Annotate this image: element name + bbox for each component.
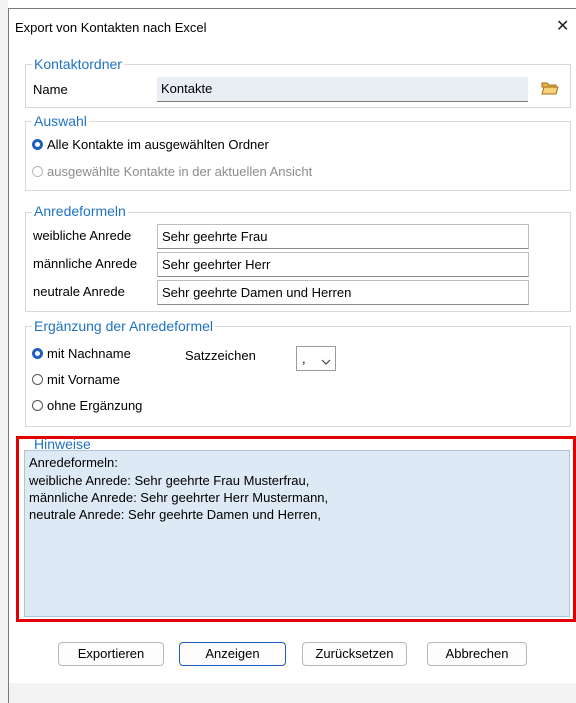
legend-anredeformeln: Anredeformeln [32,203,128,219]
radio-ausgewaehlte-kontakte [32,166,43,177]
radio-alle-kontakte[interactable] [32,139,43,150]
radio-alle-kontakte-label: Alle Kontakte im ausgewählten Ordner [47,137,269,152]
weibliche-anrede-label: weibliche Anrede [33,228,132,243]
hint-line: weibliche Anrede: Sehr geehrte Frau Must… [29,473,310,488]
hint-line: Anredeformeln: [29,455,118,470]
radio-ohne-ergaenzung-label: ohne Ergänzung [47,398,143,413]
radio-ausgewaehlte-kontakte-label: ausgewählte Kontakte in der aktuellen An… [47,164,313,179]
close-icon[interactable]: ✕ [556,16,569,36]
neutrale-anrede-input[interactable]: Sehr geehrte Damen und Herren [157,280,529,305]
maennliche-anrede-label: männliche Anrede [33,256,138,271]
name-field[interactable]: Kontakte [157,77,528,102]
radio-mit-vorname-label: mit Vorname [47,372,120,387]
export-button[interactable]: Exportieren [58,642,164,666]
status-bar [9,683,576,703]
dialog-title: Export von Kontakten nach Excel [15,20,207,35]
weibliche-anrede-input[interactable]: Sehr geehrte Frau [157,224,529,249]
legend-kontaktordner: Kontaktordner [32,56,124,72]
radio-mit-vorname[interactable] [32,374,43,385]
maennliche-anrede-input[interactable]: Sehr geehrter Herr [157,252,529,277]
background-strip-top [0,0,576,8]
satzzeichen-value: , [302,351,306,366]
neutrale-anrede-label: neutrale Anrede [33,284,125,299]
radio-mit-nachname[interactable] [32,348,43,359]
chevron-down-icon [321,354,331,365]
background-strip-left [0,0,8,703]
show-button[interactable]: Anzeigen [179,642,286,666]
legend-auswahl: Auswahl [32,113,89,129]
legend-hinweise: Hinweise [34,436,91,452]
satzzeichen-label: Satzzeichen [185,348,256,363]
hint-line: männliche Anrede: Sehr geehrter Herr Mus… [29,490,329,505]
cancel-button[interactable]: Abbrechen [427,642,527,666]
name-label: Name [33,82,68,97]
radio-mit-nachname-label: mit Nachname [47,346,131,361]
radio-ohne-ergaenzung[interactable] [32,400,43,411]
satzzeichen-select[interactable]: , [296,346,336,371]
group-auswahl [25,121,571,191]
hint-line: neutrale Anrede: Sehr geehrte Damen und … [29,507,321,522]
legend-ergaenzung: Ergänzung der Anredeformel [32,318,215,334]
reset-button[interactable]: Zurücksetzen [302,642,407,666]
folder-open-icon[interactable] [541,80,559,96]
